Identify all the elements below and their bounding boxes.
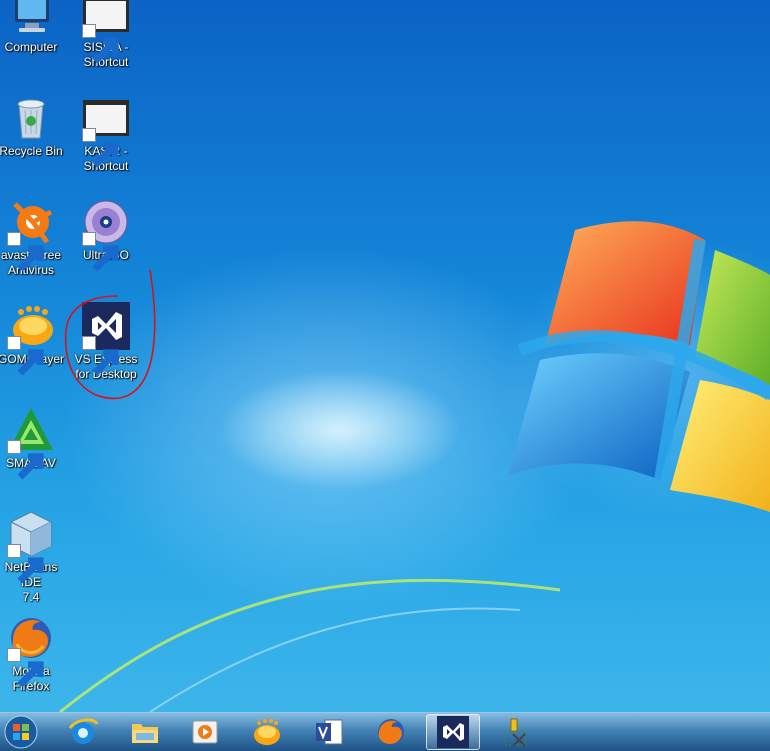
desktop-icon-smadav[interactable]: SMADAV (0, 406, 67, 480)
visio-icon (316, 719, 343, 745)
internet-explorer-icon (68, 718, 99, 744)
taskbar-gom-player[interactable] (240, 714, 294, 750)
shortcut-arrow-icon (7, 232, 44, 272)
desktop-icon-gom-player[interactable]: GOM Player (0, 302, 67, 376)
start-button[interactable] (2, 714, 40, 750)
desktop-icon-firefox[interactable]: Mozilla Firefox (0, 614, 67, 694)
desktop-icon-ultraiso[interactable]: UltraISO (70, 198, 142, 272)
desktop-icon-vs-express[interactable]: VS Express for Desktop (70, 302, 142, 382)
desktop-icon-avast[interactable]: avast! Free Antivirus (0, 198, 67, 278)
recycle-bin-icon (7, 94, 55, 142)
visual-studio-icon (437, 716, 469, 748)
gom-player-icon (7, 302, 55, 376)
window-shortcut-icon (82, 0, 130, 64)
media-player-icon (192, 720, 218, 744)
desktop[interactable]: Computer SISWA - Shortcut Recycle Bin KA… (0, 0, 770, 712)
taskbar-tools[interactable] (488, 714, 542, 750)
taskbar-file-explorer[interactable] (118, 714, 172, 750)
shortcut-arrow-icon (7, 544, 44, 584)
shortcut-arrow-icon (82, 128, 119, 168)
taskbar (0, 712, 770, 751)
desktop-icon-label: Recycle Bin (0, 144, 63, 158)
start-orb-icon (4, 715, 38, 749)
window-shortcut-icon (82, 94, 130, 168)
taskbar-media-player[interactable] (178, 714, 232, 750)
desktop-icon-kasir-shortcut[interactable]: KASIR - Shortcut (70, 94, 142, 174)
shortcut-arrow-icon (7, 648, 44, 688)
taskbar-visual-studio[interactable] (426, 714, 480, 750)
computer-icon (7, 0, 55, 38)
shortcut-arrow-icon (82, 232, 119, 272)
visual-studio-icon (82, 302, 130, 376)
desktop-icon-netbeans[interactable]: NetBeans IDE 7.4 (0, 510, 67, 605)
desktop-icon-computer[interactable]: Computer (0, 0, 67, 55)
firefox-icon (7, 614, 55, 688)
desktop-icon-recycle-bin[interactable]: Recycle Bin (0, 94, 67, 159)
netbeans-icon (7, 510, 55, 584)
shortcut-arrow-icon (82, 24, 119, 64)
tools-icon (504, 718, 526, 747)
gom-player-icon (254, 719, 280, 745)
shortcut-arrow-icon (7, 336, 44, 376)
desktop-icon-siswa-shortcut[interactable]: SISWA - Shortcut (70, 0, 142, 70)
file-explorer-icon (132, 724, 158, 743)
taskbar-internet-explorer[interactable] (56, 714, 110, 750)
shortcut-arrow-icon (82, 336, 119, 376)
taskbar-visio[interactable] (302, 714, 356, 750)
shortcut-arrow-icon (7, 440, 44, 480)
ultraiso-disc-icon (82, 198, 130, 272)
taskbar-firefox[interactable] (364, 714, 418, 750)
desktop-icon-label: Computer (4, 40, 58, 54)
smadav-icon (7, 406, 55, 480)
avast-icon (7, 198, 55, 272)
firefox-icon (378, 719, 404, 745)
